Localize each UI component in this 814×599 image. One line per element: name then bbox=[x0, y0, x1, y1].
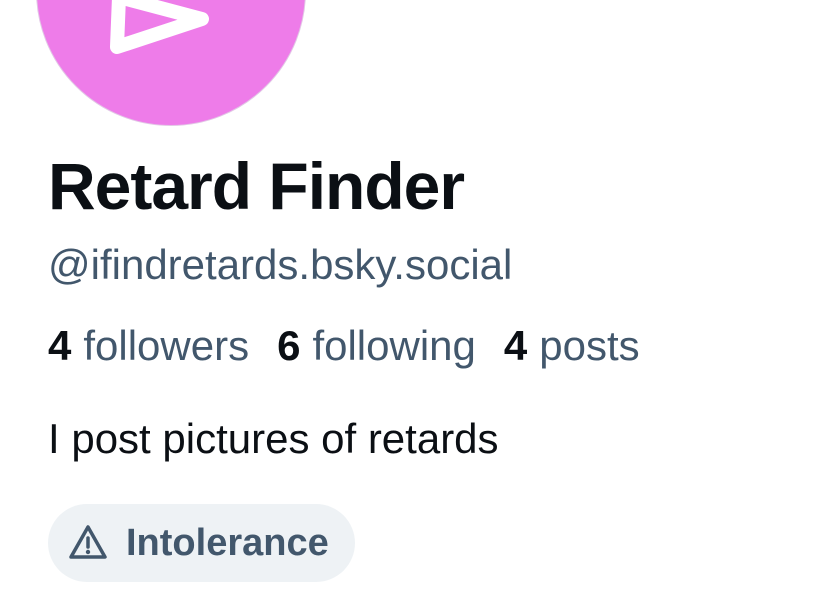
following-count: 6 bbox=[277, 322, 301, 369]
following-label: following bbox=[312, 322, 476, 369]
profile-page: Retard Finder @ifindretards.bsky.social … bbox=[0, 0, 814, 599]
posts-label: posts bbox=[539, 322, 640, 369]
following-stat[interactable]: 6 following bbox=[277, 320, 476, 372]
followers-stat[interactable]: 4 followers bbox=[48, 320, 249, 372]
profile-bio: I post pictures of retards bbox=[48, 415, 499, 462]
display-name: Retard Finder bbox=[48, 149, 465, 223]
followers-label: followers bbox=[83, 322, 250, 369]
followers-count: 4 bbox=[48, 322, 72, 369]
warning-triangle-icon bbox=[69, 525, 107, 559]
profile-stats: 4 followers 6 following 4 posts bbox=[48, 320, 640, 372]
moderation-label-pill[interactable]: Intolerance bbox=[48, 504, 355, 582]
triangle-play-icon bbox=[110, 0, 209, 54]
moderation-label-text: Intolerance bbox=[126, 521, 329, 564]
posts-stat: 4 posts bbox=[504, 320, 640, 372]
profile-handle: @ifindretards.bsky.social bbox=[48, 241, 513, 288]
avatar[interactable] bbox=[36, 0, 306, 126]
posts-count: 4 bbox=[503, 322, 528, 369]
